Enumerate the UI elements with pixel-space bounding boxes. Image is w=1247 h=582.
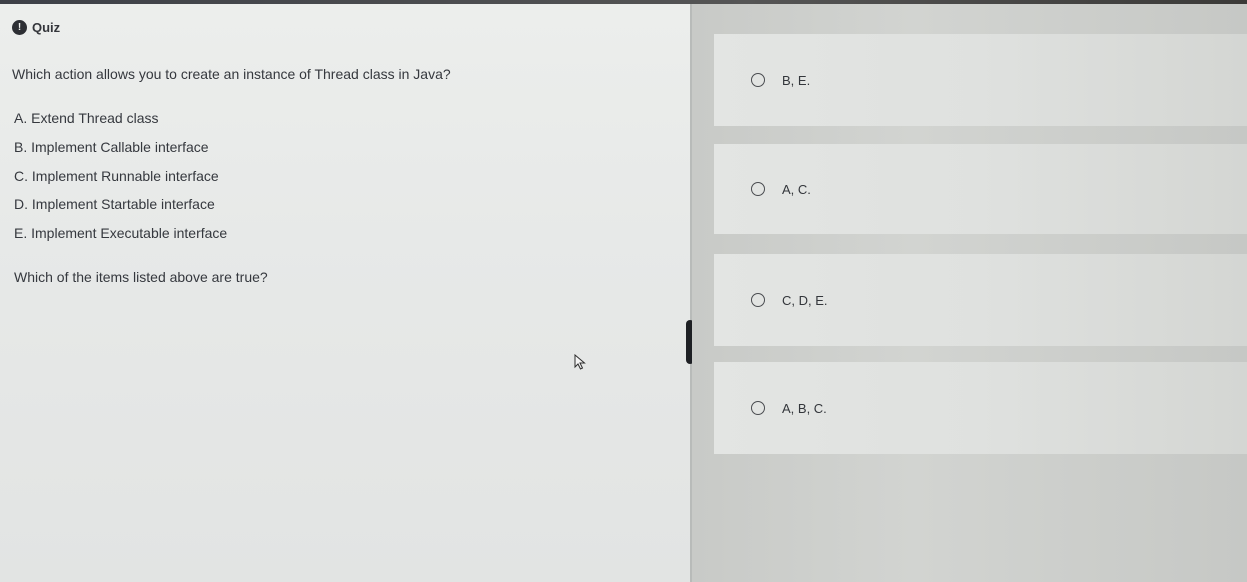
question-text: Which action allows you to create an ins… bbox=[12, 66, 451, 82]
answers-panel: B, E. A, C. C, D, E. A, B, C. bbox=[692, 4, 1247, 582]
statement-list: A. Extend Thread class B. Implement Call… bbox=[14, 110, 227, 254]
answer-option-2[interactable]: A, C. bbox=[714, 144, 1247, 234]
answer-option-1[interactable]: B, E. bbox=[714, 34, 1247, 126]
question-panel: ! Quiz Which action allows you to create… bbox=[0, 4, 690, 582]
prompt-text: Which of the items listed above are true… bbox=[14, 269, 268, 285]
answer-label: C, D, E. bbox=[782, 292, 828, 308]
radio-button[interactable] bbox=[751, 73, 765, 87]
quiz-title: Quiz bbox=[32, 20, 61, 35]
mouse-pointer-icon bbox=[574, 354, 586, 370]
answer-label: A, B, C. bbox=[782, 400, 827, 416]
statement-e: E. Implement Executable interface bbox=[14, 225, 228, 242]
radio-button[interactable] bbox=[751, 182, 765, 196]
answer-label: A, C. bbox=[782, 181, 811, 197]
answer-label: B, E. bbox=[782, 72, 811, 88]
quiz-header: ! Quiz bbox=[12, 20, 60, 35]
answer-option-3[interactable]: C, D, E. bbox=[714, 254, 1247, 346]
radio-button[interactable] bbox=[751, 401, 765, 415]
radio-button[interactable] bbox=[751, 293, 765, 307]
info-circle-icon: ! bbox=[12, 20, 27, 35]
statement-d: D. Implement Startable interface bbox=[14, 196, 215, 213]
answer-option-4[interactable]: A, B, C. bbox=[714, 362, 1247, 454]
statement-c: C. Implement Runnable interface bbox=[14, 167, 219, 184]
statement-b: B. Implement Callable interface bbox=[14, 138, 209, 155]
statement-a: A. Extend Thread class bbox=[14, 110, 159, 126]
